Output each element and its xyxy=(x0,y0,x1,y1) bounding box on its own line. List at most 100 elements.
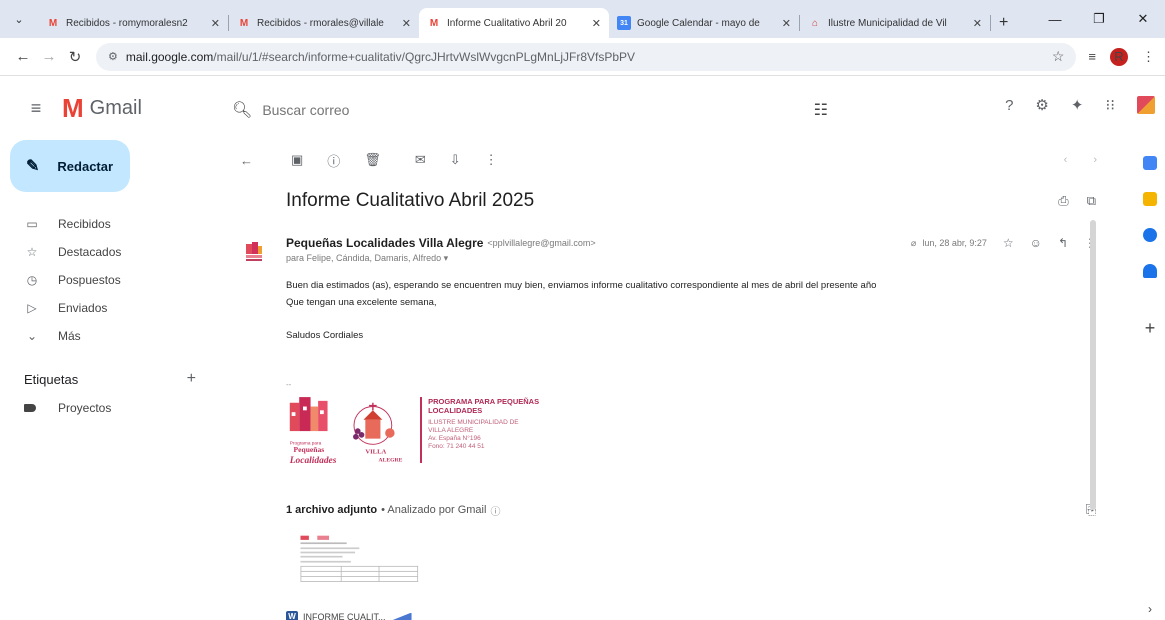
help-icon[interactable]: ? xyxy=(1005,97,1013,114)
main-menu-icon[interactable]: ≡ xyxy=(14,98,58,119)
newer-icon[interactable]: ‹ xyxy=(1064,154,1068,166)
tasks-icon[interactable] xyxy=(1143,228,1157,242)
nav-item-label: Enviados xyxy=(58,301,108,315)
browser-toolbar-right: ≡ R ⋮ xyxy=(1088,47,1155,66)
recipients-text: para Felipe, Cándida, Damaris, Alfredo xyxy=(286,253,442,263)
emoji-react-icon[interactable]: ☺ xyxy=(1030,236,1042,250)
add-label-icon[interactable]: + xyxy=(187,370,196,388)
logo-text: ALEGRE xyxy=(379,457,403,463)
left-navigation: ✎ Redactar ▭ Recibidos ☆ Destacados ◷ Po… xyxy=(0,140,240,620)
signature-separator: -- xyxy=(286,380,292,389)
profile-avatar[interactable]: R xyxy=(1110,47,1128,66)
sender-name[interactable]: Pequeñas Localidades Villa Alegre xyxy=(286,236,483,250)
label-item-proyectos[interactable]: Proyectos xyxy=(0,394,240,422)
delete-icon[interactable]: 🗑︎ xyxy=(364,152,381,168)
contacts-icon[interactable] xyxy=(1143,264,1157,278)
site-info-icon[interactable]: ⚙ xyxy=(108,50,118,63)
back-to-list-icon[interactable]: ← xyxy=(240,153,253,168)
star-icon[interactable]: ☆ xyxy=(1003,236,1014,250)
sender-avatar[interactable] xyxy=(244,242,264,264)
more-options-icon[interactable]: ⋮ xyxy=(485,152,498,168)
restore-icon[interactable]: ❐ xyxy=(1077,11,1121,27)
nav-item-starred[interactable]: ☆ Destacados xyxy=(0,238,240,266)
url-host: mail.google.com xyxy=(125,49,214,64)
attachments-header: 1 archivo adjunto • Analizado por Gmail … xyxy=(286,502,1096,518)
browser-tab[interactable]: M Recibidos - romymoralesn2 ✕ xyxy=(38,8,228,38)
compose-button[interactable]: ✎ Redactar xyxy=(10,140,130,192)
info-icon[interactable]: ⓘ xyxy=(490,503,500,518)
account-logo[interactable] xyxy=(1137,96,1155,114)
archive-icon[interactable]: ▣ xyxy=(291,152,303,168)
address-bar-row: ← → ↻ ⚙ mail.google.com/mail/u/1/#search… xyxy=(0,38,1165,76)
report-spam-icon[interactable]: ⓘ xyxy=(327,151,340,170)
reload-icon[interactable]: ↻ xyxy=(62,48,88,66)
close-icon[interactable]: ✕ xyxy=(782,17,791,30)
print-icon[interactable]: ⎙ xyxy=(1058,193,1068,209)
close-icon[interactable]: ✕ xyxy=(211,17,220,30)
close-icon[interactable]: ✕ xyxy=(973,17,982,30)
attachment-name-bar: W INFORME CUALIT... xyxy=(286,608,446,620)
nav-item-label: Recibidos xyxy=(58,217,111,231)
scrollbar[interactable] xyxy=(1090,220,1096,510)
nav-item-more[interactable]: ⌄ Más xyxy=(0,322,240,350)
browser-tab-active[interactable]: M Informe Cualitativo Abril 20 ✕ xyxy=(419,8,609,38)
gmail-logo[interactable]: M Gmail xyxy=(62,93,232,124)
gmail-icon: M xyxy=(48,17,58,29)
browser-tab[interactable]: M Recibidos - rmorales@villale ✕ xyxy=(229,8,419,38)
open-new-window-icon[interactable]: ⧉ xyxy=(1087,193,1096,209)
subject-row: Informe Cualitativo Abril 2025 ⎙ ⧉ xyxy=(286,190,1096,212)
logo-text: VILLA xyxy=(365,449,386,456)
recipients-line[interactable]: para Felipe, Cándida, Damaris, Alfredo ▾ xyxy=(286,253,1096,264)
email-body: Buen dia estimados (as), esperando se en… xyxy=(286,277,1086,344)
signature-line: ILUSTRE MUNICIPALIDAD DE xyxy=(428,419,519,426)
browser-tab[interactable]: 31 Google Calendar - mayo de ✕ xyxy=(609,8,799,38)
attachment-clip-icon: ⌀ xyxy=(910,237,917,248)
expand-panel-icon[interactable]: › xyxy=(1148,602,1152,616)
body-paragraph: Saludos Cordiales xyxy=(286,330,364,341)
nav-item-inbox[interactable]: ▭ Recibidos xyxy=(0,210,240,238)
bookmark-star-icon[interactable]: ☆ xyxy=(1052,48,1065,65)
gemini-sparkle-icon[interactable]: ✦ xyxy=(1071,96,1084,114)
gmail-icon: M xyxy=(239,17,249,29)
calendar-icon: 31 xyxy=(617,16,631,30)
compose-label: Redactar xyxy=(57,158,114,174)
search-icon[interactable]: 🔍︎ xyxy=(232,100,252,120)
signature-logo: Programa para Pequeñas Localidades VILLA… xyxy=(289,397,403,466)
minimize-icon[interactable]: — xyxy=(1033,12,1077,27)
forward-icon[interactable]: → xyxy=(36,48,62,65)
attachment-card[interactable]: W INFORME CUALIT... xyxy=(286,528,446,620)
browser-menu-icon[interactable]: ⋮ xyxy=(1142,49,1155,65)
attachment-thumbnail xyxy=(298,534,434,597)
apps-grid-icon[interactable]: ⁝⁝ xyxy=(1105,96,1115,114)
older-icon[interactable]: › xyxy=(1093,154,1097,166)
settings-gear-icon[interactable]: ⚙ xyxy=(1035,96,1048,114)
gmail-m-icon: M xyxy=(62,92,84,123)
recipients-dropdown-icon[interactable]: ▾ xyxy=(444,253,449,263)
nav-item-sent[interactable]: ▷ Enviados xyxy=(0,294,240,322)
keep-icon[interactable] xyxy=(1143,192,1157,206)
labels-header: Etiquetas + xyxy=(0,364,240,394)
nav-item-snoozed[interactable]: ◷ Pospuestos xyxy=(0,266,240,294)
attachments-scanned: • Analizado por Gmail xyxy=(381,504,487,516)
search-input[interactable] xyxy=(262,102,814,118)
close-icon[interactable]: ✕ xyxy=(592,17,601,30)
reading-pane: ← ▣ ⓘ 🗑︎ ✉ ⇩ ⋮ ‹ › Informe Cualitativo A… xyxy=(232,140,1117,620)
calendar-icon[interactable] xyxy=(1143,156,1157,170)
new-tab-icon[interactable]: + xyxy=(999,14,1008,32)
label-name: Proyectos xyxy=(58,401,112,415)
address-bar[interactable]: ⚙ mail.google.com/mail/u/1/#search/infor… xyxy=(96,42,1077,71)
message-toolbar: ← ▣ ⓘ 🗑︎ ✉ ⇩ ⋮ ‹ › xyxy=(232,140,1117,180)
email-subject: Informe Cualitativo Abril 2025 xyxy=(286,190,535,211)
browser-tab[interactable]: ⌂ Ilustre Municipalidad de Vil ✕ xyxy=(800,8,990,38)
reply-icon[interactable]: ↰ xyxy=(1058,236,1068,250)
back-icon[interactable]: ← xyxy=(10,48,36,65)
url-path: /mail/u/1/#search/informe+cualitativ/Qgr… xyxy=(213,49,636,64)
search-options-icon[interactable]: ☷ xyxy=(814,100,828,120)
tab-search-icon[interactable]: ⌄ xyxy=(8,8,30,30)
reading-list-icon[interactable]: ≡ xyxy=(1088,49,1096,64)
mark-unread-icon[interactable]: ✉ xyxy=(415,152,426,168)
window-close-icon[interactable]: ✕ xyxy=(1121,11,1165,27)
close-icon[interactable]: ✕ xyxy=(402,17,411,30)
move-to-icon[interactable]: ⇩ xyxy=(450,152,461,168)
add-addon-icon[interactable]: + xyxy=(1145,318,1156,339)
